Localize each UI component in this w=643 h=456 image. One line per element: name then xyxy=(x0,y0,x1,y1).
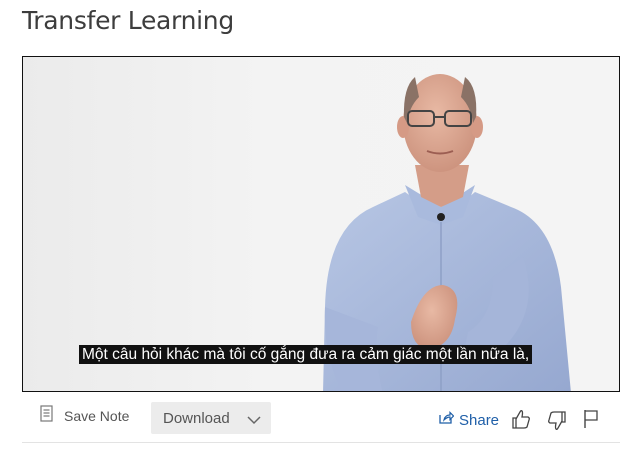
share-label: Share xyxy=(459,411,500,429)
chevron-down-icon xyxy=(247,412,261,430)
flag-icon[interactable] xyxy=(583,409,599,434)
page-title: Transfer Learning xyxy=(22,6,234,35)
thumbs-down-icon[interactable] xyxy=(547,411,567,436)
save-note-label: Save Note xyxy=(64,408,130,424)
download-dropdown[interactable]: Download xyxy=(151,402,271,434)
note-icon xyxy=(40,405,54,427)
toolbar-divider xyxy=(22,442,620,443)
presenter-video-frame xyxy=(323,74,571,391)
save-note-button[interactable]: Save Note xyxy=(40,405,129,427)
video-toolbar: Save Note Download Share xyxy=(22,398,620,438)
share-button[interactable]: Share xyxy=(439,411,499,429)
video-subtitle: Một câu hỏi khác mà tôi cố gắng đưa ra c… xyxy=(79,345,533,364)
video-player[interactable]: Một câu hỏi khác mà tôi cố gắng đưa ra c… xyxy=(22,56,620,392)
share-icon xyxy=(439,411,455,429)
download-label: Download xyxy=(163,409,230,427)
thumbs-up-icon[interactable] xyxy=(511,409,531,434)
